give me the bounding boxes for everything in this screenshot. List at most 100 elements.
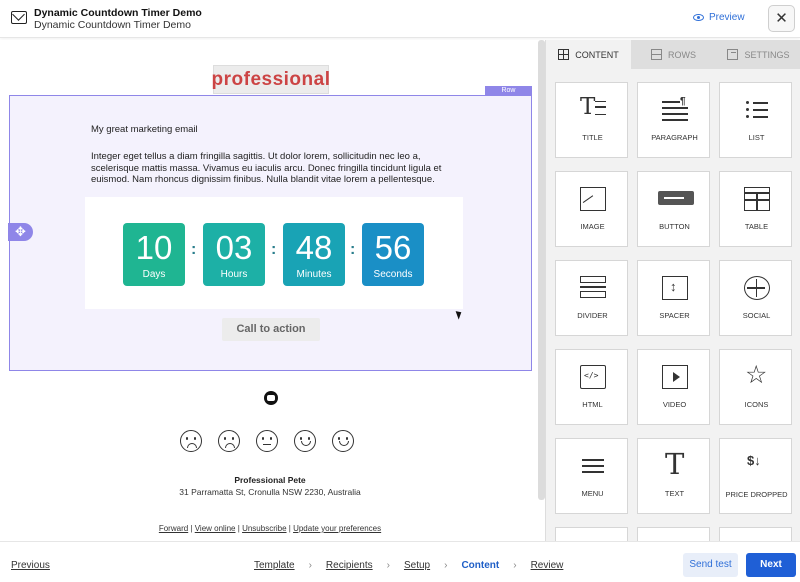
- block-text[interactable]: TEXT: [637, 438, 710, 514]
- countdown-timer[interactable]: 10 Days : 03 Hours : 48 Minutes : 56 Sec…: [85, 197, 463, 309]
- tab-settings-label: SETTINGS: [744, 49, 790, 60]
- tab-content-label: CONTENT: [575, 49, 619, 60]
- tab-content[interactable]: CONTENT: [546, 40, 631, 69]
- preview-button[interactable]: Preview: [693, 12, 745, 23]
- footer-sender-name: Professional Pete: [234, 475, 306, 485]
- block-table[interactable]: TABLE: [719, 171, 792, 247]
- step-setup[interactable]: Setup: [404, 560, 430, 571]
- countdown-minutes-value: 48: [295, 229, 333, 266]
- link-separator: |: [237, 524, 240, 533]
- next-button[interactable]: Next: [746, 553, 796, 577]
- step-recipients[interactable]: Recipients: [326, 560, 373, 571]
- countdown-hours-label: Hours: [220, 269, 248, 280]
- drag-handle-icon[interactable]: ✥: [8, 223, 33, 241]
- divider-icon: [580, 276, 606, 300]
- update-preferences-link[interactable]: Update your preferences: [293, 524, 381, 533]
- video-icon: [662, 365, 688, 389]
- sad-face-icon[interactable]: [218, 430, 240, 452]
- block-button[interactable]: BUTTON: [637, 171, 710, 247]
- title-icon: [580, 94, 606, 122]
- tab-rows[interactable]: ROWS: [631, 40, 716, 69]
- unsubscribe-link[interactable]: Unsubscribe: [242, 524, 286, 533]
- settings-icon: [727, 49, 739, 60]
- price-dropped-icon: [744, 453, 770, 478]
- block-label: PARAGRAPH: [651, 133, 698, 142]
- countdown-seconds-label: Seconds: [373, 269, 413, 280]
- block-html[interactable]: HTML: [555, 349, 628, 425]
- content-blocks: TITLE ¶ PARAGRAPH LIST IMAGE: [555, 82, 792, 541]
- block-paragraph[interactable]: ¶ PARAGRAPH: [637, 82, 710, 158]
- send-test-button[interactable]: Send test: [683, 553, 738, 577]
- countdown-separator: :: [350, 241, 356, 258]
- youtube-icon[interactable]: [264, 391, 278, 405]
- chevron-right-icon: ›: [444, 560, 448, 571]
- block-social[interactable]: SOCIAL: [719, 260, 792, 336]
- button-icon: [658, 187, 694, 211]
- block-menu[interactable]: MENU: [555, 438, 628, 514]
- countdown-seconds: 56 Seconds: [362, 223, 424, 286]
- eye-icon: [693, 14, 704, 21]
- block-partial[interactable]: [637, 527, 710, 541]
- block-partial[interactable]: [719, 527, 792, 541]
- block-label: IMAGE: [580, 222, 605, 231]
- image-icon: [580, 187, 606, 211]
- block-partial[interactable]: [555, 527, 628, 541]
- wizard-footer: Previous Template › Recipients › Setup ›…: [0, 541, 800, 582]
- row-tag[interactable]: Row: [485, 86, 532, 96]
- email-canvas: professional Row ✥ My great marketing em…: [0, 40, 545, 541]
- block-video[interactable]: VIDEO: [637, 349, 710, 425]
- block-price-dropped[interactable]: PRICE DROPPED: [719, 438, 792, 514]
- countdown-hours: 03 Hours: [203, 223, 265, 286]
- table-icon: [744, 187, 770, 211]
- footer-links: Forward | View online | Unsubscribe | Up…: [0, 524, 540, 533]
- countdown-minutes: 48 Minutes: [283, 223, 345, 286]
- grid-icon: [558, 49, 570, 60]
- tab-settings[interactable]: SETTINGS: [716, 40, 800, 69]
- countdown-hours-value: 03: [215, 229, 253, 266]
- text-icon: [662, 447, 688, 481]
- footer-address: 31 Parramatta St, Cronulla NSW 2230, Aus…: [179, 487, 361, 497]
- step-review[interactable]: Review: [531, 560, 564, 571]
- block-divider[interactable]: DIVIDER: [555, 260, 628, 336]
- block-image[interactable]: IMAGE: [555, 171, 628, 247]
- block-icons[interactable]: ICONS: [719, 349, 792, 425]
- canvas-scrollbar[interactable]: [538, 40, 545, 500]
- tab-rows-label: ROWS: [668, 49, 696, 60]
- countdown-separator: :: [271, 241, 277, 258]
- happy-face-icon[interactable]: [294, 430, 316, 452]
- block-label: TEXT: [664, 489, 685, 498]
- block-label: SOCIAL: [742, 311, 771, 320]
- block-title[interactable]: TITLE: [555, 82, 628, 158]
- forward-link[interactable]: Forward: [159, 524, 188, 533]
- block-label: VIDEO: [662, 400, 687, 409]
- paragraph-icon: ¶: [662, 96, 688, 122]
- rows-icon: [651, 49, 662, 60]
- previous-link[interactable]: Previous: [11, 560, 50, 571]
- countdown-days: 10 Days: [123, 223, 185, 286]
- neutral-face-icon[interactable]: [256, 430, 278, 452]
- block-spacer[interactable]: SPACER: [637, 260, 710, 336]
- block-label: SPACER: [659, 311, 690, 320]
- close-button[interactable]: ✕: [768, 5, 795, 32]
- top-bar: Dynamic Countdown Timer Demo Dynamic Cou…: [0, 0, 800, 38]
- email-body-text[interactable]: Integer eget tellus a diam fringilla sag…: [91, 151, 461, 186]
- content-panel: CONTENT ROWS SETTINGS TITLE ¶ PARAGRAPH: [545, 40, 800, 541]
- very-sad-face-icon[interactable]: [180, 430, 202, 452]
- call-to-action-button[interactable]: Call to action: [222, 318, 320, 341]
- block-label: LIST: [748, 133, 765, 142]
- logo-text: professional: [211, 68, 331, 90]
- step-content[interactable]: Content: [461, 560, 499, 571]
- block-label: DIVIDER: [577, 311, 608, 320]
- spacer-icon: [662, 276, 688, 300]
- email-heading[interactable]: My great marketing email: [91, 124, 198, 135]
- logo: professional: [211, 65, 331, 94]
- very-happy-face-icon[interactable]: [332, 430, 354, 452]
- view-online-link[interactable]: View online: [195, 524, 236, 533]
- block-label: ICONS: [744, 400, 769, 409]
- chevron-right-icon: ›: [513, 560, 517, 571]
- block-label: PRICE DROPPED: [725, 490, 788, 499]
- block-list[interactable]: LIST: [719, 82, 792, 158]
- step-template[interactable]: Template: [254, 560, 295, 571]
- block-label: BUTTON: [659, 222, 690, 231]
- countdown-days-label: Days: [142, 269, 166, 280]
